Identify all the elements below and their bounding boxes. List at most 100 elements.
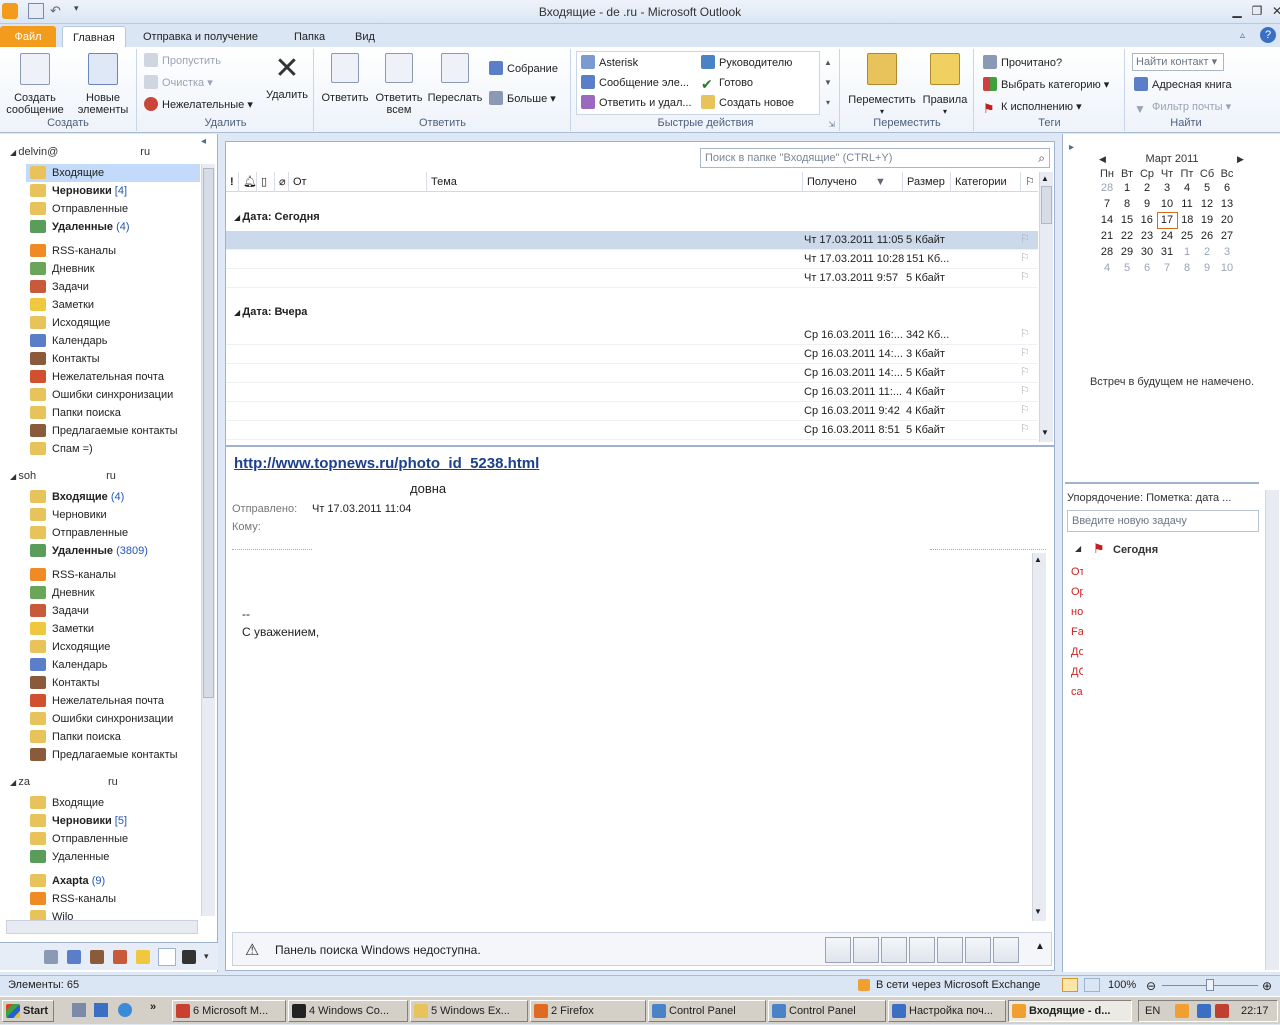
- calendar-day[interactable]: 7: [1157, 260, 1177, 276]
- normal-view-icon[interactable]: [1062, 978, 1078, 992]
- person-picture-icon[interactable]: [993, 937, 1019, 963]
- zoom-out-icon[interactable]: ⊖: [1146, 977, 1156, 995]
- calendar-day[interactable]: 1: [1177, 244, 1197, 260]
- calendar-day[interactable]: 10: [1217, 260, 1237, 276]
- reading-scroll-up-icon[interactable]: ▲: [1034, 555, 1042, 564]
- tray-outlook-icon[interactable]: [1175, 1004, 1189, 1018]
- folder-item[interactable]: Ошибки синхронизации: [26, 386, 200, 404]
- group-collapse-icon[interactable]: ◢: [1075, 544, 1081, 553]
- calendar-day[interactable]: 1: [1117, 180, 1137, 196]
- column-received[interactable]: Получено ▼: [802, 172, 902, 192]
- tasks-icon[interactable]: [113, 950, 127, 964]
- calendar-day[interactable]: 27: [1217, 228, 1237, 244]
- taskbar-button[interactable]: 5 Windows Ex...: [410, 1000, 528, 1022]
- message-row[interactable]: Чт 17.03.2011 11:05 5 Кбайт ⚐: [226, 231, 1038, 250]
- find-contact-input[interactable]: Найти контакт ▾: [1132, 53, 1224, 71]
- message-row[interactable]: Ср 16.03.2011 11:... 4 Кбайт ⚐: [226, 383, 1038, 402]
- todo-splitter[interactable]: [1065, 482, 1259, 484]
- account-header[interactable]: ◢ soh ru: [10, 466, 116, 486]
- clean-button[interactable]: Очистка ▾: [144, 73, 213, 93]
- calendar-day[interactable]: 12: [1197, 196, 1217, 212]
- help-icon[interactable]: ?: [1260, 27, 1276, 43]
- calendar-day[interactable]: 25: [1177, 228, 1197, 244]
- person-picture-icon[interactable]: [853, 937, 879, 963]
- categorize-button[interactable]: Выбрать категорию ▾: [983, 75, 1109, 95]
- account-header[interactable]: ◢ za ru: [10, 772, 118, 792]
- folder-item[interactable]: Удаленные (4): [26, 218, 200, 236]
- tray-security-icon[interactable]: [1215, 1004, 1229, 1018]
- search-input[interactable]: Поиск в папке "Входящие" (CTRL+Y) ⌕: [700, 148, 1050, 168]
- calendar-next-icon[interactable]: ▶: [1237, 154, 1244, 165]
- folder-item[interactable]: Предлагаемые контакты: [26, 422, 200, 440]
- message-row[interactable]: Чт 17.03.2011 10:28 151 Кб... ⚐: [226, 250, 1038, 269]
- task-arrange-header[interactable]: Упорядочение: Пометка: дата ...: [1067, 492, 1231, 504]
- flag-icon[interactable]: ⚐: [1020, 271, 1032, 283]
- calendar-day[interactable]: 7: [1097, 196, 1117, 212]
- folder-item[interactable]: Отправленные: [26, 830, 200, 848]
- calendar-day[interactable]: 4: [1097, 260, 1117, 276]
- calendar-day[interactable]: 5: [1197, 180, 1217, 196]
- folder-item[interactable]: Входящие (4): [26, 488, 200, 506]
- folder-item[interactable]: Черновики: [26, 506, 200, 524]
- tab-view[interactable]: Вид: [345, 26, 385, 48]
- quick-create-new[interactable]: Создать новое: [701, 93, 794, 113]
- calendar-day[interactable]: 20: [1217, 212, 1237, 228]
- tab-home[interactable]: Главная: [62, 26, 126, 48]
- contacts-icon[interactable]: [90, 950, 104, 964]
- scroll-up-icon[interactable]: ▲: [1041, 174, 1049, 183]
- folder-item[interactable]: Дневник: [26, 260, 200, 278]
- calendar-day[interactable]: 24: [1157, 228, 1177, 244]
- flag-column-icon[interactable]: ⚐: [1020, 172, 1038, 192]
- calendar-day[interactable]: 8: [1177, 260, 1197, 276]
- importance-column[interactable]: !: [226, 172, 236, 192]
- folder-item[interactable]: Задачи: [26, 602, 200, 620]
- message-row[interactable]: Ср 16.03.2011 14:... 5 Кбайт ⚐: [226, 364, 1038, 383]
- calendar-day[interactable]: 21: [1097, 228, 1117, 244]
- folder-item[interactable]: Контакты: [26, 350, 200, 368]
- calendar-day[interactable]: 9: [1137, 196, 1157, 212]
- calendar-day[interactable]: 3: [1217, 244, 1237, 260]
- column-subject[interactable]: Тема: [426, 172, 802, 192]
- person-picture-icon[interactable]: [825, 937, 851, 963]
- calendar-day[interactable]: 26: [1197, 228, 1217, 244]
- flag-icon[interactable]: ⚐: [1020, 347, 1032, 359]
- reading-pane-scrollbar[interactable]: ▲ ▼: [1032, 553, 1046, 921]
- quicklaunch-computer-icon[interactable]: [94, 1003, 108, 1017]
- calendar-day[interactable]: 2: [1137, 180, 1157, 196]
- calendar-day[interactable]: 18: [1177, 212, 1197, 228]
- folder-item[interactable]: Дневник: [26, 584, 200, 602]
- folder-item[interactable]: Заметки: [26, 296, 200, 314]
- nav-scroll-thumb[interactable]: [203, 168, 214, 698]
- taskbar-button[interactable]: 6 Microsoft M...: [172, 1000, 286, 1022]
- dialog-launcher-icon[interactable]: ⇲: [828, 120, 835, 129]
- flag-icon[interactable]: ⚐: [1020, 366, 1032, 378]
- tray-network-icon[interactable]: [1197, 1004, 1211, 1018]
- quick-reply-delete[interactable]: Ответить и удал...: [581, 93, 692, 113]
- scroll-down-icon[interactable]: ▼: [1041, 428, 1049, 437]
- folder-item[interactable]: Нежелательная почта: [26, 368, 200, 386]
- notes-icon[interactable]: [136, 950, 150, 964]
- calendar-day[interactable]: 30: [1137, 244, 1157, 260]
- date-group-header[interactable]: ◢ Дата: Сегодня: [234, 211, 320, 223]
- taskbar-button[interactable]: 2 Firefox: [530, 1000, 646, 1022]
- calendar-day[interactable]: 6: [1137, 260, 1157, 276]
- calendar-day[interactable]: 2: [1197, 244, 1217, 260]
- icon-column-icon[interactable]: ▯: [256, 172, 274, 192]
- reply-all-button[interactable]: Ответить всем: [373, 53, 425, 116]
- todo-scrollbar[interactable]: [1265, 490, 1279, 970]
- date-group-header[interactable]: ◢ Дата: Вчера: [234, 306, 307, 318]
- folder-item[interactable]: Входящие: [26, 164, 200, 182]
- column-categories[interactable]: Категории: [950, 172, 1020, 192]
- flag-icon[interactable]: ⚐: [1020, 328, 1032, 340]
- zoom-slider-thumb[interactable]: [1206, 979, 1214, 991]
- quick-done[interactable]: ✔ Готово: [701, 73, 753, 93]
- new-task-input[interactable]: Введите новую задачу: [1067, 510, 1259, 532]
- nav-collapse-icon[interactable]: ◂: [201, 136, 213, 148]
- calendar-day[interactable]: 6: [1217, 180, 1237, 196]
- folder-list-icon[interactable]: [158, 948, 176, 966]
- message-row[interactable]: Ср 16.03.2011 8:51 5 Кбайт ⚐: [226, 421, 1038, 440]
- configure-buttons-icon[interactable]: ▾: [204, 951, 209, 962]
- folder-item[interactable]: Папки поиска: [26, 728, 200, 746]
- task-item[interactable]: но: [1071, 606, 1083, 618]
- folder-item[interactable]: Отправленные: [26, 200, 200, 218]
